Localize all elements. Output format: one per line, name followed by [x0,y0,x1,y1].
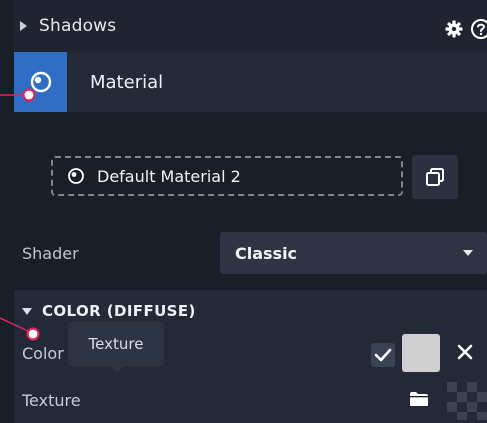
annotation-overlay [0,88,40,341]
